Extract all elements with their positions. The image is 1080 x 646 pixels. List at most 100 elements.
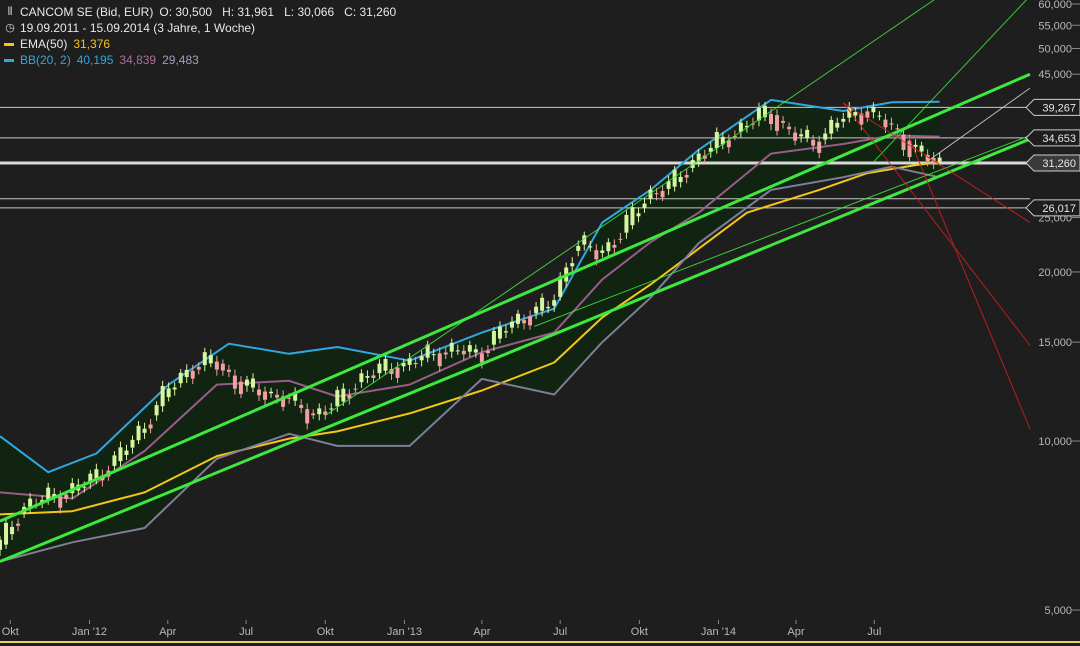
price-marker: 34,653 (1025, 129, 1080, 147)
candle-body (588, 246, 593, 248)
candle-body (485, 350, 490, 354)
candle-body (136, 425, 141, 441)
trendline-red (908, 136, 1031, 430)
x-tick-label: Jan '14 (701, 626, 736, 638)
candle-body (594, 250, 599, 260)
candle-body (377, 363, 382, 374)
candle-body (443, 352, 448, 355)
candle-body (865, 111, 870, 118)
candle-body (0, 539, 2, 550)
candle-body (576, 245, 581, 251)
candle-body (817, 141, 822, 153)
candle-body (829, 119, 834, 134)
candle-body (624, 214, 629, 233)
trendline-white (927, 87, 1031, 162)
candle-body (895, 128, 900, 130)
y-axis: 60,00055,00050,00045,00025,00020,00015,0… (1025, 0, 1080, 617)
x-tick-label: Jul (553, 626, 567, 638)
legend-ohlc: O: 30,500 H: 31,961 L: 30,066 C: 31,260 (159, 5, 397, 19)
candle-body (58, 496, 63, 508)
y-tick-label: 55,000 (1038, 20, 1072, 32)
legend-bb-upper: 40,195 (76, 53, 114, 67)
candle-body (202, 352, 207, 366)
x-tick-label: Jan '13 (387, 626, 422, 638)
legend-range-row: ◷ 19.09.2011 - 15.09.2014 (3 Jahre, 1 Wo… (4, 20, 396, 36)
candle-body (503, 331, 508, 333)
candle-body (118, 447, 123, 462)
candle-body (196, 366, 201, 370)
candle-body (937, 157, 942, 162)
x-tick-label: Jan '12 (72, 626, 107, 638)
legend-ema-value: 31,376 (73, 37, 111, 51)
candle-body (142, 428, 147, 433)
x-tick-label: Okt (2, 626, 19, 638)
candle-body (811, 139, 816, 146)
candle-body (823, 133, 828, 140)
candle (570, 257, 575, 272)
candle-body (4, 522, 9, 545)
legend-bb-middle: 34,839 (119, 53, 157, 67)
candle-body (570, 263, 575, 267)
candle-body (684, 174, 689, 178)
candle-body (244, 379, 249, 386)
y-tick-label: 60,000 (1038, 0, 1072, 11)
x-tick-label: Apr (159, 626, 176, 638)
candle-body (877, 115, 882, 117)
candle-body (461, 350, 466, 355)
trendline-green (0, 137, 1031, 563)
candle-body (793, 132, 798, 141)
x-tick-label: Jul (867, 626, 881, 638)
candle-body (359, 373, 364, 383)
candle-body (112, 455, 117, 466)
candle-body (395, 367, 400, 378)
x-tick-label: Okt (631, 626, 648, 638)
candle-body (540, 297, 545, 311)
clock-icon[interactable]: ◷ (4, 20, 16, 36)
candle-body (516, 313, 521, 324)
candle-body (522, 320, 527, 324)
candle-body (455, 350, 460, 352)
candle-body (383, 358, 388, 371)
candle-body (509, 321, 514, 328)
candle-body (172, 387, 177, 390)
candle-body (124, 450, 129, 455)
candle-body (335, 390, 340, 407)
candle-body (419, 356, 424, 361)
candle-body (913, 144, 918, 147)
candle-body (805, 129, 810, 139)
candle-body (889, 123, 894, 125)
candle-body (166, 388, 171, 398)
x-axis: Okt Jan '12 Apr Jul Okt Jan '13 Apr Jul Okt Jan '… (0, 620, 1080, 643)
candle-body (317, 408, 322, 415)
candle-body (919, 145, 924, 152)
candle-body (10, 526, 15, 535)
legend-ema-row[interactable]: EMA(50) 31,376 (4, 36, 396, 52)
candle-body (871, 107, 876, 113)
candle-body (178, 372, 183, 384)
candle-body (311, 413, 316, 416)
candle-body (781, 120, 786, 123)
candle-body (413, 362, 418, 365)
price-marker: 39,267 (1025, 98, 1080, 116)
candle-body (184, 369, 189, 378)
candle-body (353, 388, 358, 390)
legend-instrument: CANCOM SE (Bid, EUR) (20, 5, 154, 19)
legend-bb-row[interactable]: BB(20, 2) 40,195 34,839 29,483 (4, 52, 396, 68)
candle-body (220, 363, 225, 371)
legend-instrument-row: ⫴ CANCOM SE (Bid, EUR) O: 30,500 H: 31,9… (4, 4, 397, 20)
candle-body (491, 330, 496, 345)
y-tick-label: 10,000 (1038, 436, 1072, 448)
candle-body (287, 397, 292, 399)
candle-body (841, 118, 846, 122)
candle-body (154, 405, 159, 416)
y-tick-label: 15,000 (1038, 337, 1072, 349)
candle-body (130, 439, 135, 448)
candle-body (636, 213, 641, 217)
x-tick-label: Apr (787, 626, 804, 638)
bar-chart-icon[interactable]: ⫴ (4, 4, 16, 20)
candle-body (365, 376, 370, 378)
trendline-green (0, 72, 1031, 523)
bollinger-band-fill (0, 99, 940, 562)
candle-body (305, 409, 310, 424)
candle-body (371, 375, 376, 379)
